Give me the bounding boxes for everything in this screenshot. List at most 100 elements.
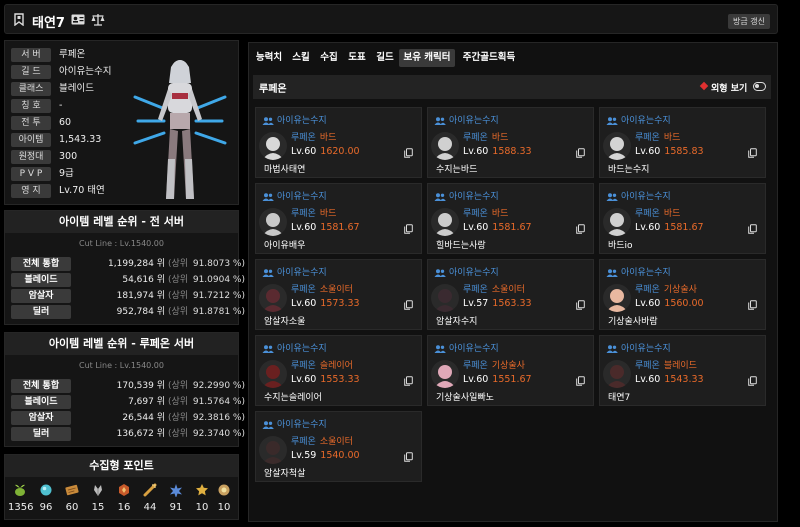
rank-value: 1,199,284 위 <box>108 259 165 269</box>
copy-icon[interactable] <box>404 452 413 462</box>
character-avatar <box>431 360 459 388</box>
masterpiece-icon <box>65 484 79 496</box>
rank-label: 블레이드 <box>11 273 71 287</box>
card-server-class: 루페온 소울이터 <box>291 434 353 447</box>
copy-icon[interactable] <box>748 148 757 158</box>
copy-icon[interactable] <box>404 224 413 234</box>
point-item[interactable]: 16 <box>112 483 136 513</box>
tab-guild[interactable]: 길드 <box>373 49 397 67</box>
tab-skills[interactable]: 스킬 <box>289 49 313 67</box>
character-card[interactable]: 아이유는수지 루페온 바드 Lv.60 1588.33 수지는바드 <box>427 107 594 178</box>
copy-icon[interactable] <box>748 376 757 386</box>
card-server-class: 루페온 기상술사 <box>463 358 525 371</box>
card-server-class: 루페온 바드 <box>463 206 508 219</box>
point-item[interactable]: 15 <box>86 483 110 513</box>
rank-label: 전체 통합 <box>11 379 71 393</box>
card-level: Lv.60 <box>635 222 661 233</box>
card-guild: 아이유는수지 <box>606 341 671 354</box>
point-item[interactable]: 1356 <box>8 483 33 513</box>
point-item[interactable]: 44 <box>138 483 162 513</box>
card-item-level: 1585.83 <box>664 146 704 157</box>
card-item-level: 1560.00 <box>664 298 704 309</box>
rank-value: 952,784 위 <box>116 307 165 317</box>
character-portrait <box>133 60 227 199</box>
card-character-name: 기상술사일빠노 <box>436 393 494 403</box>
tab-characters[interactable]: 보유 캐릭터 <box>399 49 455 67</box>
point-item[interactable]: 96 <box>34 483 58 513</box>
character-card[interactable]: 아이유는수지 루페온 기상술사 Lv.60 1551.67 기상술사일빠노 <box>427 335 594 406</box>
tab-collection[interactable]: 수집 <box>317 49 341 67</box>
card-guild-name: 아이유는수지 <box>449 192 499 202</box>
rank-row: 딜러 952,784 위 (상위 91.8781 %) <box>11 305 245 319</box>
copy-icon[interactable] <box>404 148 413 158</box>
card-server: 루페온 <box>635 209 660 219</box>
copy-icon[interactable] <box>576 376 585 386</box>
id-card-icon[interactable] <box>71 14 85 25</box>
character-card[interactable]: 아이유는수지 루페온 블레이드 Lv.60 1543.33 태연7 <box>599 335 766 406</box>
card-levels: Lv.60 1581.67 <box>291 222 360 233</box>
profile-label: 길 드 <box>11 65 51 79</box>
character-card[interactable]: 아이유는수지 루페온 바드 Lv.60 1585.83 바드는수지 <box>599 107 766 178</box>
guild-members-icon <box>606 116 618 125</box>
point-value: 10 <box>195 502 209 513</box>
point-item[interactable]: 10 <box>212 483 236 513</box>
copy-icon[interactable] <box>404 376 413 386</box>
point-item[interactable]: 60 <box>60 483 84 513</box>
rank-percent: 92.2990 %) <box>192 381 245 391</box>
collection-points-title: 수집형 포인트 <box>5 455 238 477</box>
character-card[interactable]: 아이유는수지 루페온 소울이터 Lv.57 1563.33 암살자수지 <box>427 259 594 330</box>
copy-icon[interactable] <box>576 224 585 234</box>
character-card[interactable]: 아이유는수지 루페온 기상술사 Lv.60 1560.00 기상술사바람 <box>599 259 766 330</box>
card-level: Lv.60 <box>291 222 317 233</box>
card-server: 루페온 <box>291 437 316 447</box>
character-card[interactable]: 아이유는수지 루페온 슬레이어 Lv.60 1553.33 수지는슬레이어 <box>255 335 422 406</box>
card-class: 소울이터 <box>319 285 353 295</box>
character-card[interactable]: 아이유는수지 루페온 바드 Lv.60 1581.67 아이유배우 <box>255 183 422 254</box>
card-guild-name: 아이유는수지 <box>449 268 499 278</box>
tab-chart[interactable]: 도표 <box>345 49 369 67</box>
server-name: 루페온 <box>259 84 287 95</box>
character-card[interactable]: 아이유는수지 루페온 바드 Lv.60 1581.67 바드io <box>599 183 766 254</box>
tab-weekly-gold[interactable]: 주간골드획득 <box>459 49 519 67</box>
appearance-toggle[interactable] <box>753 82 766 91</box>
bookmark-icon[interactable] <box>14 13 24 26</box>
character-avatar <box>259 208 287 236</box>
card-class: 바드 <box>663 209 681 219</box>
card-server: 루페온 <box>463 133 488 143</box>
card-character-name: 수지는바드 <box>436 165 478 175</box>
point-item[interactable]: 10 <box>190 483 214 513</box>
copy-icon[interactable] <box>748 224 757 234</box>
rank-percent: 91.7212 %) <box>192 291 245 301</box>
rank-value: 170,539 위 <box>116 381 165 391</box>
character-card[interactable]: 아이유는수지 루페온 소울이터 Lv.59 1540.00 암살자척살 <box>255 411 422 482</box>
copy-icon[interactable] <box>748 300 757 310</box>
rank-label: 암살자 <box>11 289 71 303</box>
tab-stats[interactable]: 능력치 <box>253 49 285 67</box>
rank-row: 블레이드 54,616 위 (상위 91.0904 %) <box>11 273 245 287</box>
card-item-level: 1588.33 <box>492 146 532 157</box>
character-card[interactable]: 아이유는수지 루페온 바드 Lv.60 1620.00 마법사태연 <box>255 107 422 178</box>
copy-icon[interactable] <box>404 300 413 310</box>
card-guild-name: 아이유는수지 <box>621 116 671 126</box>
card-character-name: 수지는슬레이어 <box>264 393 322 403</box>
card-class: 바드 <box>319 133 337 143</box>
profile-label: 서 버 <box>11 48 51 62</box>
card-item-level: 1581.67 <box>320 222 360 233</box>
profile-value: 60 <box>59 117 72 128</box>
scale-icon[interactable] <box>91 13 105 26</box>
profile-label: 영 지 <box>11 184 51 198</box>
character-card[interactable]: 아이유는수지 루페온 바드 Lv.60 1581.67 힐바드는사랑 <box>427 183 594 254</box>
copy-icon[interactable] <box>576 300 585 310</box>
point-value: 60 <box>65 502 79 513</box>
refresh-button[interactable]: 방금 갱신 <box>728 14 770 29</box>
guild-members-icon <box>262 268 274 277</box>
point-item[interactable]: 91 <box>164 483 188 513</box>
character-card[interactable]: 아이유는수지 루페온 소울이터 Lv.60 1573.33 암살자소울 <box>255 259 422 330</box>
card-server-class: 루페온 소울이터 <box>463 282 525 295</box>
point-value: 44 <box>143 502 157 513</box>
copy-icon[interactable] <box>576 148 585 158</box>
rank-server-cutline: Cut Line : Lv.1540.00 <box>79 361 164 370</box>
card-class: 블레이드 <box>663 361 697 371</box>
card-guild: 아이유는수지 <box>434 189 499 202</box>
character-avatar <box>431 132 459 160</box>
